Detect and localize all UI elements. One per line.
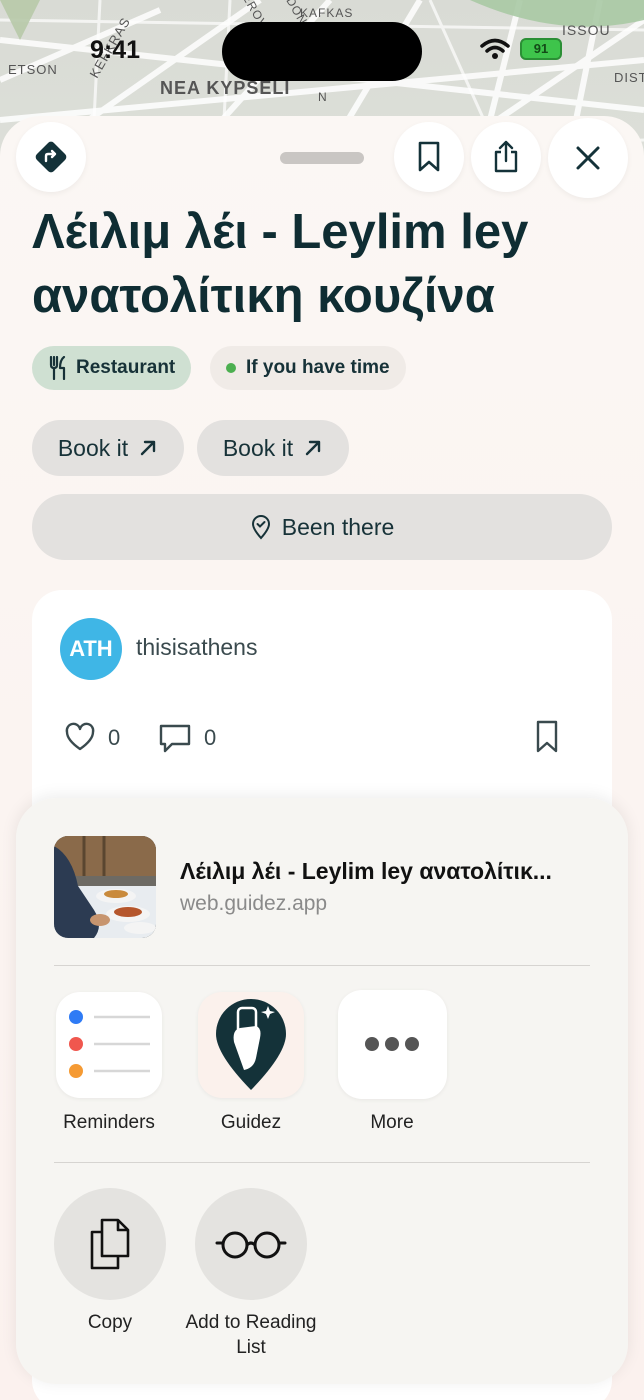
share-divider [54,965,590,966]
close-button[interactable] [548,118,628,198]
reminders-icon [69,1010,150,1078]
place-title: Λέιλιμ λέι - Leylim ley ανατολίτικη κουζ… [32,205,529,323]
comment-count: 0 [204,725,217,750]
dynamic-island [222,22,422,81]
guidez-app-button[interactable] [198,992,304,1098]
directions-arrow-icon [35,141,67,173]
location-check-icon [251,515,270,540]
bookmark-icon [418,141,440,172]
status-icons: 91 [480,38,562,60]
map-street-label: ISSOU [562,22,611,38]
battery-level: 91 [533,41,549,56]
map-district-label: NEA KYPSELI [160,78,291,98]
share-title: Λέιλιμ λέι - Leylim ley ανατολίτικ... [180,858,552,884]
share-divider [54,1162,590,1163]
priority-chip-label: If you have time [246,357,390,378]
battery-icon: 91 [520,38,562,60]
food-photo [54,836,156,938]
avatar[interactable]: ΑΤΗ [60,618,122,680]
category-chip[interactable]: Restaurant [32,346,192,390]
external-arrow-icon [305,440,321,456]
share-icon [494,140,518,173]
copy-icon [90,1218,130,1270]
reminders-app-button[interactable] [56,992,162,1098]
guidez-label: Guidez [220,1112,282,1133]
status-time: 9:41 [90,36,141,64]
more-label: More [370,1112,414,1133]
comment-icon[interactable] [158,722,192,754]
been-there-label: Been there [281,513,395,540]
sheet-grabber[interactable] [280,152,364,164]
bookmark-button[interactable] [394,122,464,192]
been-there-button[interactable]: Been there [32,494,612,560]
more-icon [365,1037,419,1051]
map-street-label: DIST [614,70,644,85]
guidez-icon [216,999,286,1090]
share-thumbnail [54,836,156,938]
priority-chip[interactable]: If you have time [210,346,406,390]
external-arrow-icon [140,440,156,456]
like-count: 0 [108,725,121,750]
add-to-reading-list-label: Add to Reading List [185,1312,317,1358]
map-street-label: ETSON [8,62,58,77]
share-button[interactable] [471,122,541,192]
wifi-icon [480,38,510,59]
add-to-reading-list-button[interactable] [195,1188,307,1300]
book-it-label: Book it [222,434,294,461]
category-chip-label: Restaurant [76,357,176,378]
book-it-button[interactable]: Book it [32,420,184,476]
post-bookmark-icon[interactable] [535,720,559,754]
reading-glasses-icon [215,1231,287,1259]
priority-dot-icon [226,363,236,373]
close-icon [576,146,600,170]
book-it-button[interactable]: Book it [197,420,349,476]
share-url: web.guidez.app [180,892,328,915]
post-author[interactable]: thisisathens [136,634,257,661]
copy-label: Copy [87,1312,133,1333]
copy-button[interactable] [54,1188,166,1300]
fork-knife-icon [49,356,66,380]
more-button[interactable] [338,990,447,1099]
heart-icon[interactable] [64,722,96,752]
reminders-label: Reminders [63,1112,155,1133]
directions-button[interactable] [16,122,86,192]
map-street-label: N [318,90,328,104]
book-it-label: Book it [57,434,129,461]
